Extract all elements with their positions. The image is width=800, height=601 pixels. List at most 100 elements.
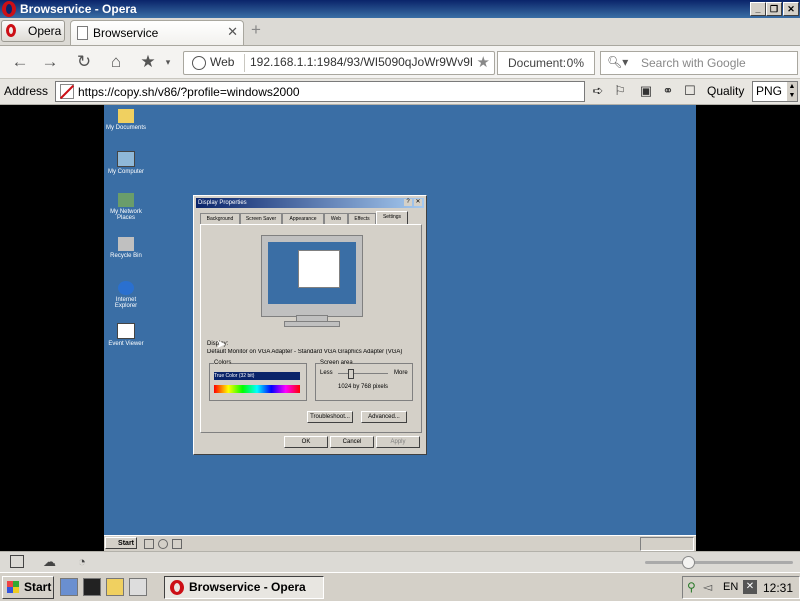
language-indicator[interactable]: EN bbox=[723, 581, 738, 593]
screen-area-label: Screen area bbox=[320, 360, 353, 366]
opera-menu-label: Opera bbox=[28, 24, 62, 38]
speed-dial-icon[interactable]: ◔ bbox=[78, 554, 86, 569]
zoom-slider[interactable] bbox=[645, 561, 793, 564]
go-arrow-icon[interactable]: ➪ bbox=[590, 82, 606, 99]
clipboard-icon[interactable]: ☐ bbox=[682, 82, 698, 99]
address-field[interactable]: Web 192.168.1.1:1984/93/WI5090qJoWr9Wv9B… bbox=[183, 51, 495, 75]
bookmark-star-icon[interactable]: ★ bbox=[477, 53, 490, 71]
search-icon[interactable]: 🔍︎▾ bbox=[607, 55, 628, 69]
clock: 12:31 bbox=[763, 581, 794, 595]
spinner-icon[interactable]: ▲ ▼ bbox=[787, 82, 797, 101]
cloud-icon[interactable]: ☁ bbox=[43, 554, 56, 570]
tab-settings[interactable]: Settings bbox=[376, 211, 408, 225]
forward-icon[interactable]: → bbox=[40, 52, 60, 72]
windows-flag-icon bbox=[7, 581, 19, 593]
advanced-button[interactable]: Advanced... bbox=[361, 411, 407, 423]
desktop-icon[interactable]: My Documents bbox=[106, 109, 146, 131]
reload-icon[interactable]: ↻ bbox=[74, 52, 94, 72]
remote-desktop[interactable]: My Documents My Computer My Network Plac… bbox=[104, 105, 696, 551]
folder-icon bbox=[118, 109, 134, 123]
remote-ie-icon[interactable] bbox=[158, 539, 168, 549]
colors-value: True Color (32 bit) bbox=[214, 373, 255, 379]
window-titlebar[interactable]: Browservice - Opera _ ❐ ✕ bbox=[0, 0, 800, 18]
tab-effects[interactable]: Effects bbox=[348, 213, 376, 224]
explorer-icon[interactable] bbox=[129, 578, 147, 596]
help-icon[interactable]: ? bbox=[404, 199, 412, 206]
recycle-bin-icon bbox=[118, 237, 134, 251]
show-desktop-icon[interactable] bbox=[60, 578, 78, 596]
save-icon[interactable]: ▣ bbox=[638, 82, 654, 99]
remote-start-button[interactable]: Start bbox=[105, 537, 137, 549]
browservice-address-bar: Address https://copy.sh/v86/?profile=win… bbox=[0, 79, 800, 105]
desktop-icon[interactable]: Event Viewer bbox=[106, 323, 146, 347]
taskbar-item-label: Browservice - Opera bbox=[189, 580, 306, 594]
address-input[interactable]: https://copy.sh/v86/?profile=windows2000 bbox=[55, 81, 585, 102]
close-button[interactable]: ✕ bbox=[783, 2, 799, 16]
desktop-icon[interactable]: Internet Explorer bbox=[106, 281, 146, 309]
dialog-close-icon[interactable]: ✕ bbox=[414, 199, 422, 206]
tab-browservice[interactable]: Browservice ✕ bbox=[70, 20, 244, 45]
remote-quicklaunch-icon[interactable] bbox=[144, 539, 154, 549]
tab-screen-saver[interactable]: Screen Saver bbox=[240, 213, 282, 224]
start-button[interactable]: Start bbox=[2, 576, 54, 599]
status-bar: ☁ ◔ bbox=[0, 551, 800, 573]
tray-app-icon[interactable]: ✕ bbox=[743, 580, 757, 594]
tab-web[interactable]: Web bbox=[324, 213, 348, 224]
system-tray: ⚲ ◅ EN ✕ 12:31 bbox=[682, 576, 800, 599]
quality-label: Quality bbox=[707, 84, 745, 98]
internet-explorer-icon bbox=[118, 281, 134, 295]
event-viewer-icon bbox=[117, 323, 135, 339]
settings-panel: Display: Default Monitor on VGA Adapter … bbox=[200, 224, 422, 433]
navigation-bar: ← → ↻ ⌂ ★ ▾ Web 192.168.1.1:1984/93/WI50… bbox=[0, 46, 800, 79]
ok-button[interactable]: OK bbox=[284, 436, 328, 448]
back-icon[interactable]: ← bbox=[10, 52, 30, 72]
opera-icon bbox=[170, 580, 184, 595]
quality-select[interactable]: PNG ▲ ▼ bbox=[752, 81, 798, 102]
divider bbox=[244, 54, 245, 72]
dropdown-chevron-icon[interactable]: ▾ bbox=[158, 52, 178, 72]
opera-menu-button[interactable]: Opera bbox=[1, 20, 65, 42]
find-icon[interactable]: ⚭ bbox=[660, 82, 676, 99]
taskbar-item-opera[interactable]: Browservice - Opera bbox=[164, 576, 324, 599]
maximize-button[interactable]: ❐ bbox=[766, 2, 782, 16]
mouse-pointer-icon: ➤ bbox=[216, 337, 227, 351]
desktop-icon[interactable]: My Computer bbox=[106, 151, 146, 175]
terminal-icon[interactable] bbox=[83, 578, 101, 596]
display-properties-dialog: Display Properties ? ✕ Background Screen… bbox=[193, 195, 427, 455]
folder-icon[interactable] bbox=[106, 578, 124, 596]
web-label: Web bbox=[210, 55, 235, 69]
cancel-button[interactable]: Cancel bbox=[330, 436, 374, 448]
panel-toggle-icon[interactable] bbox=[10, 555, 24, 568]
new-tab-button[interactable]: + bbox=[247, 21, 265, 39]
zoom-thumb[interactable] bbox=[682, 556, 695, 569]
colors-label: Colors bbox=[214, 360, 232, 366]
tab-bar: Opera Browservice ✕ + bbox=[0, 18, 800, 46]
minimize-button[interactable]: _ bbox=[750, 2, 766, 16]
troubleshoot-button[interactable]: Troubleshoot... bbox=[307, 411, 353, 423]
url-text[interactable]: 192.168.1.1:1984/93/WI5090qJoWr9Wv9B52 bbox=[250, 55, 472, 69]
resolution-slider[interactable] bbox=[338, 373, 388, 374]
preview-screen bbox=[268, 242, 356, 304]
more-label: More bbox=[394, 370, 408, 376]
apply-button[interactable]: Apply bbox=[376, 436, 420, 448]
tab-background[interactable]: Background bbox=[200, 213, 240, 224]
home-icon[interactable]: ⌂ bbox=[106, 52, 126, 72]
bookmark-icon[interactable]: ⚐ bbox=[612, 82, 628, 99]
desktop-icon[interactable]: My Network Places bbox=[106, 193, 146, 221]
close-tab-icon[interactable]: ✕ bbox=[227, 24, 238, 40]
tab-appearance[interactable]: Appearance bbox=[282, 213, 324, 224]
monitor-preview bbox=[261, 235, 363, 317]
desktop-icon[interactable]: Recycle Bin bbox=[106, 237, 146, 259]
window-title: Browservice - Opera bbox=[20, 2, 137, 16]
network-status-icon[interactable]: ⚲ bbox=[687, 580, 696, 594]
colors-select[interactable]: True Color (32 bit) bbox=[214, 372, 300, 380]
remote-outlook-icon[interactable] bbox=[172, 539, 182, 549]
slider-thumb[interactable] bbox=[348, 369, 354, 379]
address-url[interactable]: https://copy.sh/v86/?profile=windows2000 bbox=[78, 85, 300, 99]
bookmark-star-icon[interactable]: ★ bbox=[138, 52, 158, 72]
volume-icon[interactable]: ◅ bbox=[703, 580, 712, 594]
search-input[interactable]: 🔍︎▾ Search with Google bbox=[600, 51, 798, 75]
less-label: Less bbox=[320, 370, 333, 376]
os-taskbar: Start Browservice - Opera ⚲ ◅ EN ✕ 12:31 bbox=[0, 572, 800, 601]
dialog-titlebar[interactable]: Display Properties bbox=[196, 198, 424, 208]
